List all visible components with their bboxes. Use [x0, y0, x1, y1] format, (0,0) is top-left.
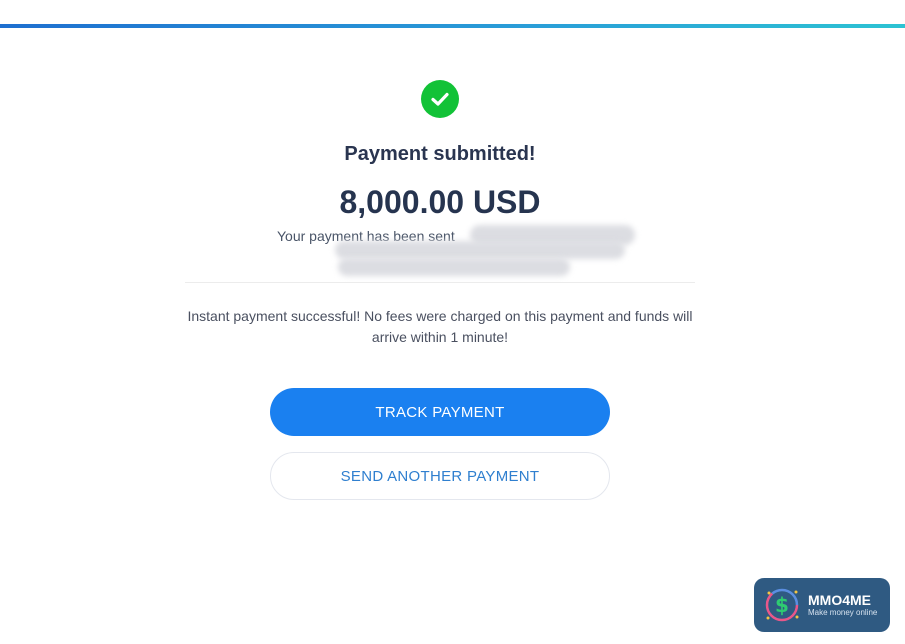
dollar-coin-icon: $: [765, 588, 799, 622]
send-another-payment-button[interactable]: SEND ANOTHER PAYMENT: [270, 452, 610, 500]
payment-amount: 8,000.00 USD: [339, 184, 541, 220]
divider: [185, 282, 695, 283]
checkmark-icon: [431, 92, 449, 106]
watermark-logo: $ MMO4ME Make money online: [754, 578, 890, 632]
track-payment-button[interactable]: TRACK PAYMENT: [270, 388, 610, 436]
send-another-payment-label: SEND ANOTHER PAYMENT: [340, 467, 540, 485]
svg-text:$: $: [775, 593, 789, 617]
redacted-recipient-line-2: [335, 241, 625, 259]
track-payment-label: TRACK PAYMENT: [375, 403, 505, 421]
watermark-tagline: Make money online: [808, 608, 878, 617]
info-message: Instant payment successful! No fees were…: [187, 308, 693, 345]
watermark-name: MMO4ME: [808, 592, 871, 608]
page-title: Payment submitted!: [344, 143, 536, 165]
redacted-recipient-line-3: [338, 258, 570, 276]
top-accent-bar: [0, 24, 905, 28]
check-circle-icon: [421, 80, 459, 118]
